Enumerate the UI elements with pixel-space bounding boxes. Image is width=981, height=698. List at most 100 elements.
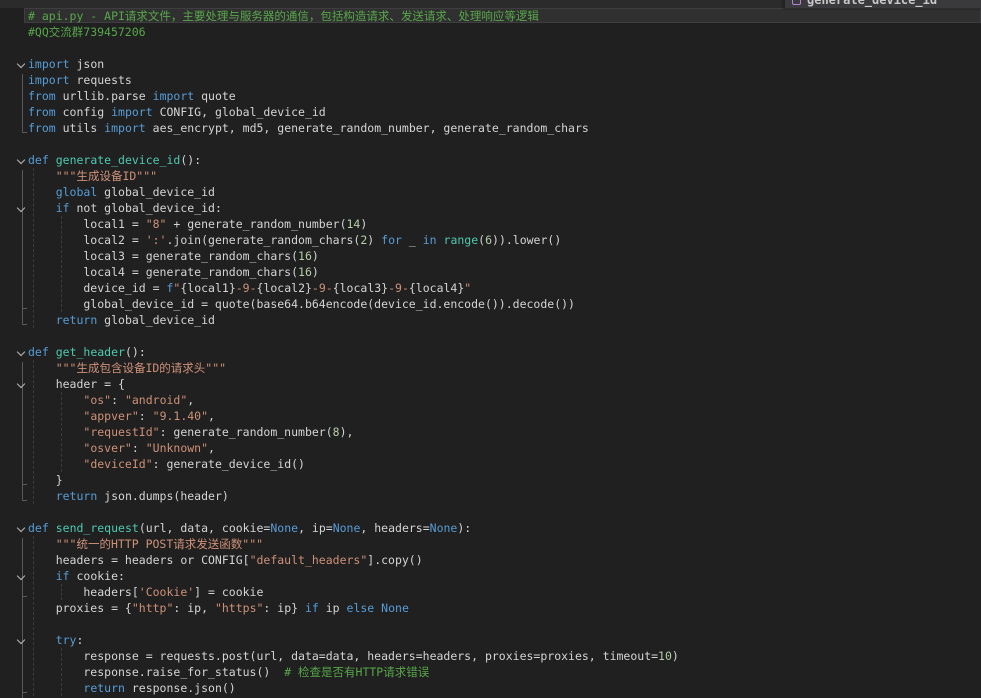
fold-chevron-icon[interactable] [17, 636, 25, 644]
code-line[interactable] [0, 504, 981, 520]
code-text: "os": "android", [28, 393, 194, 407]
code-text: from config import CONFIG, global_device… [28, 105, 326, 119]
code-line[interactable]: # api.py - API请求文件，主要处理与服务器的通信，包括构造请求、发送… [0, 8, 981, 24]
suggest-widget-row: generate_device_id [792, 0, 937, 8]
code-line[interactable]: from utils import aes_encrypt, md5, gene… [0, 120, 981, 136]
code-line[interactable]: local3 = generate_random_chars(16) [0, 248, 981, 264]
code-line[interactable] [0, 40, 981, 56]
code-text: "appver": "9.1.40", [28, 409, 215, 423]
fold-chevron-icon[interactable] [17, 60, 25, 68]
code-line[interactable]: """统一的HTTP POST请求发送函数""" [0, 536, 981, 552]
code-line[interactable]: headers = headers or CONFIG["default_hea… [0, 552, 981, 568]
code-text: proxies = {"http": ip, "https": ip} if i… [28, 601, 409, 615]
code-line[interactable]: local1 = "8" + generate_random_number(14… [0, 216, 981, 232]
code-line[interactable]: return response.json() [0, 680, 981, 696]
code-line[interactable]: import json [0, 56, 981, 72]
code-line[interactable]: global global_device_id [0, 184, 981, 200]
code-line[interactable]: proxies = {"http": ip, "https": ip} if i… [0, 600, 981, 616]
code-line[interactable]: def send_request(url, data, cookie=None,… [0, 520, 981, 536]
code-text: global_device_id = quote(base64.b64encod… [28, 297, 575, 311]
editor-top-strip: generate_device_id [0, 0, 981, 8]
fold-chevron-icon[interactable] [17, 156, 25, 164]
code-line[interactable]: #QQ交流群739457206 [0, 24, 981, 40]
code-line[interactable]: headers['Cookie'] = cookie [0, 584, 981, 600]
fold-chevron-icon[interactable] [17, 204, 25, 212]
code-line[interactable]: def generate_device_id(): [0, 152, 981, 168]
code-text: """生成包含设备ID的请求头""" [28, 361, 226, 375]
code-text: """统一的HTTP POST请求发送函数""" [28, 537, 263, 551]
code-line[interactable]: global_device_id = quote(base64.b64encod… [0, 296, 981, 312]
fold-chevron-icon[interactable] [17, 572, 25, 580]
code-line[interactable]: """生成包含设备ID的请求头""" [0, 360, 981, 376]
code-text: if cookie: [28, 569, 125, 583]
code-text: return global_device_id [28, 313, 215, 327]
fold-rail [22, 650, 27, 693]
code-text: local1 = "8" + generate_random_number(14… [28, 217, 367, 231]
code-text: try: [28, 633, 83, 647]
fold-chevron-icon[interactable] [17, 380, 25, 388]
suggestion-label: generate_device_id [807, 0, 937, 8]
code-text: headers = headers or CONFIG["default_hea… [28, 553, 423, 567]
code-text: from utils import aes_encrypt, md5, gene… [28, 121, 589, 135]
code-text: def send_request(url, data, cookie=None,… [28, 521, 471, 535]
code-text: } [28, 473, 63, 487]
code-line[interactable]: if not global_device_id: [0, 200, 981, 216]
code-line[interactable]: local4 = generate_random_chars(16) [0, 264, 981, 280]
code-text: def get_header(): [28, 345, 146, 359]
code-line[interactable] [0, 616, 981, 632]
code-line[interactable]: "requestId": generate_random_number(8), [0, 424, 981, 440]
code-line[interactable] [0, 136, 981, 152]
fold-rail [22, 586, 27, 597]
code-text: import json [28, 57, 104, 71]
code-line[interactable]: device_id = f"{local1}-9-{local2}-9-{loc… [0, 280, 981, 296]
code-text: local4 = generate_random_chars(16) [28, 265, 319, 279]
code-line[interactable]: import requests [0, 72, 981, 88]
code-text: response.raise_for_status() # 检查是否有HTTP请… [28, 665, 429, 679]
code-text: """生成设备ID""" [28, 169, 157, 183]
suggest-widget[interactable]: generate_device_id [783, 0, 981, 8]
code-line[interactable]: if cookie: [0, 568, 981, 584]
code-text: # api.py - API请求文件，主要处理与服务器的通信，包括构造请求、发送… [28, 9, 539, 23]
code-text: global global_device_id [28, 185, 215, 199]
code-text: "deviceId": generate_device_id() [28, 457, 305, 471]
fold-rail [22, 394, 27, 485]
code-text: #QQ交流群739457206 [28, 25, 146, 39]
code-text: return json.dumps(header) [28, 489, 229, 503]
fold-chevron-icon[interactable] [17, 348, 25, 356]
code-line[interactable]: } [0, 472, 981, 488]
code-text: headers['Cookie'] = cookie [28, 585, 263, 599]
code-line[interactable]: local2 = ':'.join(generate_random_chars(… [0, 232, 981, 248]
fold-rail [22, 218, 27, 309]
code-text: return response.json() [28, 681, 236, 695]
code-text: header = { [28, 377, 125, 391]
code-line[interactable]: "os": "android", [0, 392, 981, 408]
code-text: local3 = generate_random_chars(16) [28, 249, 319, 263]
code-text: if not global_device_id: [28, 201, 222, 215]
code-line[interactable]: from config import CONFIG, global_device… [0, 104, 981, 120]
code-line[interactable]: header = { [0, 376, 981, 392]
code-line[interactable]: try: [0, 632, 981, 648]
code-line[interactable]: "deviceId": generate_device_id() [0, 456, 981, 472]
code-text: def generate_device_id(): [28, 153, 201, 167]
code-text: "osver": "Unknown", [28, 441, 215, 455]
code-line[interactable]: def get_header(): [0, 344, 981, 360]
code-line[interactable]: from urllib.parse import quote [0, 88, 981, 104]
code-text: local2 = ':'.join(generate_random_chars(… [28, 233, 561, 247]
method-icon [792, 0, 801, 5]
code-line[interactable]: """生成设备ID""" [0, 168, 981, 184]
code-text: import requests [28, 73, 132, 87]
code-line[interactable]: "appver": "9.1.40", [0, 408, 981, 424]
code-text: from urllib.parse import quote [28, 89, 236, 103]
code-text: device_id = f"{local1}-9-{local2}-9-{loc… [28, 281, 471, 295]
code-text: "requestId": generate_random_number(8), [28, 425, 353, 439]
code-line[interactable] [0, 328, 981, 344]
code-line[interactable]: return json.dumps(header) [0, 488, 981, 504]
code-line[interactable]: return global_device_id [0, 312, 981, 328]
code-line[interactable]: response.raise_for_status() # 检查是否有HTTP请… [0, 664, 981, 680]
fold-rail [22, 74, 27, 133]
code-line[interactable]: "osver": "Unknown", [0, 440, 981, 456]
code-text: response = requests.post(url, data=data,… [28, 649, 679, 663]
code-editor[interactable]: # api.py - API请求文件，主要处理与服务器的通信，包括构造请求、发送… [0, 8, 981, 698]
fold-chevron-icon[interactable] [17, 524, 25, 532]
code-line[interactable]: response = requests.post(url, data=data,… [0, 648, 981, 664]
